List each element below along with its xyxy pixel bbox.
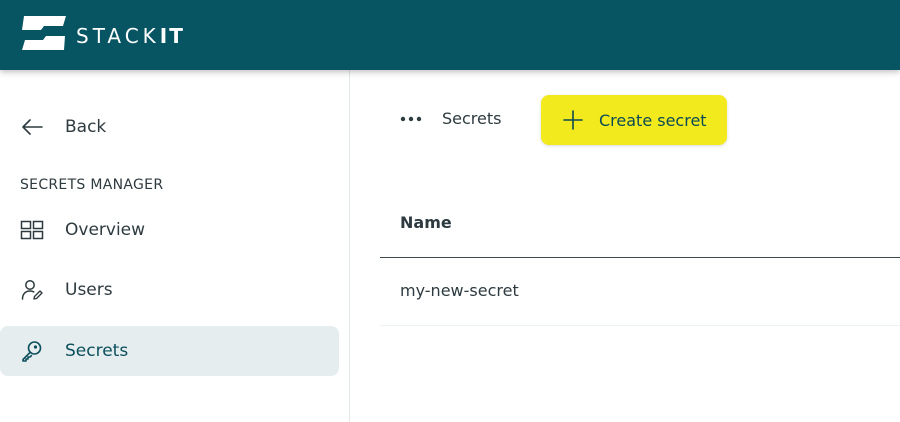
- sidebar-item-overview[interactable]: Overview: [0, 205, 339, 255]
- brand-name: STACKIT: [76, 24, 185, 48]
- more-dots-icon[interactable]: [400, 115, 426, 123]
- column-header-name[interactable]: Name: [400, 213, 452, 232]
- arrow-left-icon: [22, 119, 43, 135]
- create-secret-button[interactable]: Create secret: [541, 95, 727, 145]
- create-secret-label: Create secret: [599, 110, 707, 130]
- back-button[interactable]: Back: [0, 102, 339, 152]
- brand-name-light: STACK: [76, 24, 160, 48]
- plus-icon: [563, 110, 583, 130]
- brand-name-bold: IT: [159, 24, 185, 48]
- user-edit-icon: [21, 280, 43, 300]
- sidebar-item-label: Secrets: [65, 341, 129, 361]
- key-icon: [22, 341, 42, 362]
- main-content: Secrets Create secret Name my-new-secret: [350, 70, 900, 422]
- back-label: Back: [65, 117, 107, 137]
- stackit-logo-icon[interactable]: [20, 16, 68, 50]
- secret-name-cell: my-new-secret: [400, 281, 519, 300]
- sidebar-item-label: Users: [65, 280, 113, 300]
- section-title: SECRETS MANAGER: [20, 177, 164, 193]
- sidebar: Back SECRETS MANAGER Overview Users Secr…: [0, 70, 350, 422]
- sidebar-item-users[interactable]: Users: [0, 265, 339, 315]
- sidebar-item-secrets[interactable]: Secrets: [0, 326, 339, 376]
- grid-icon: [20, 220, 44, 240]
- top-bar: STACKIT: [0, 0, 900, 70]
- table-row[interactable]: my-new-secret: [380, 258, 900, 326]
- sidebar-item-label: Overview: [65, 220, 146, 240]
- breadcrumb: Secrets: [442, 109, 502, 128]
